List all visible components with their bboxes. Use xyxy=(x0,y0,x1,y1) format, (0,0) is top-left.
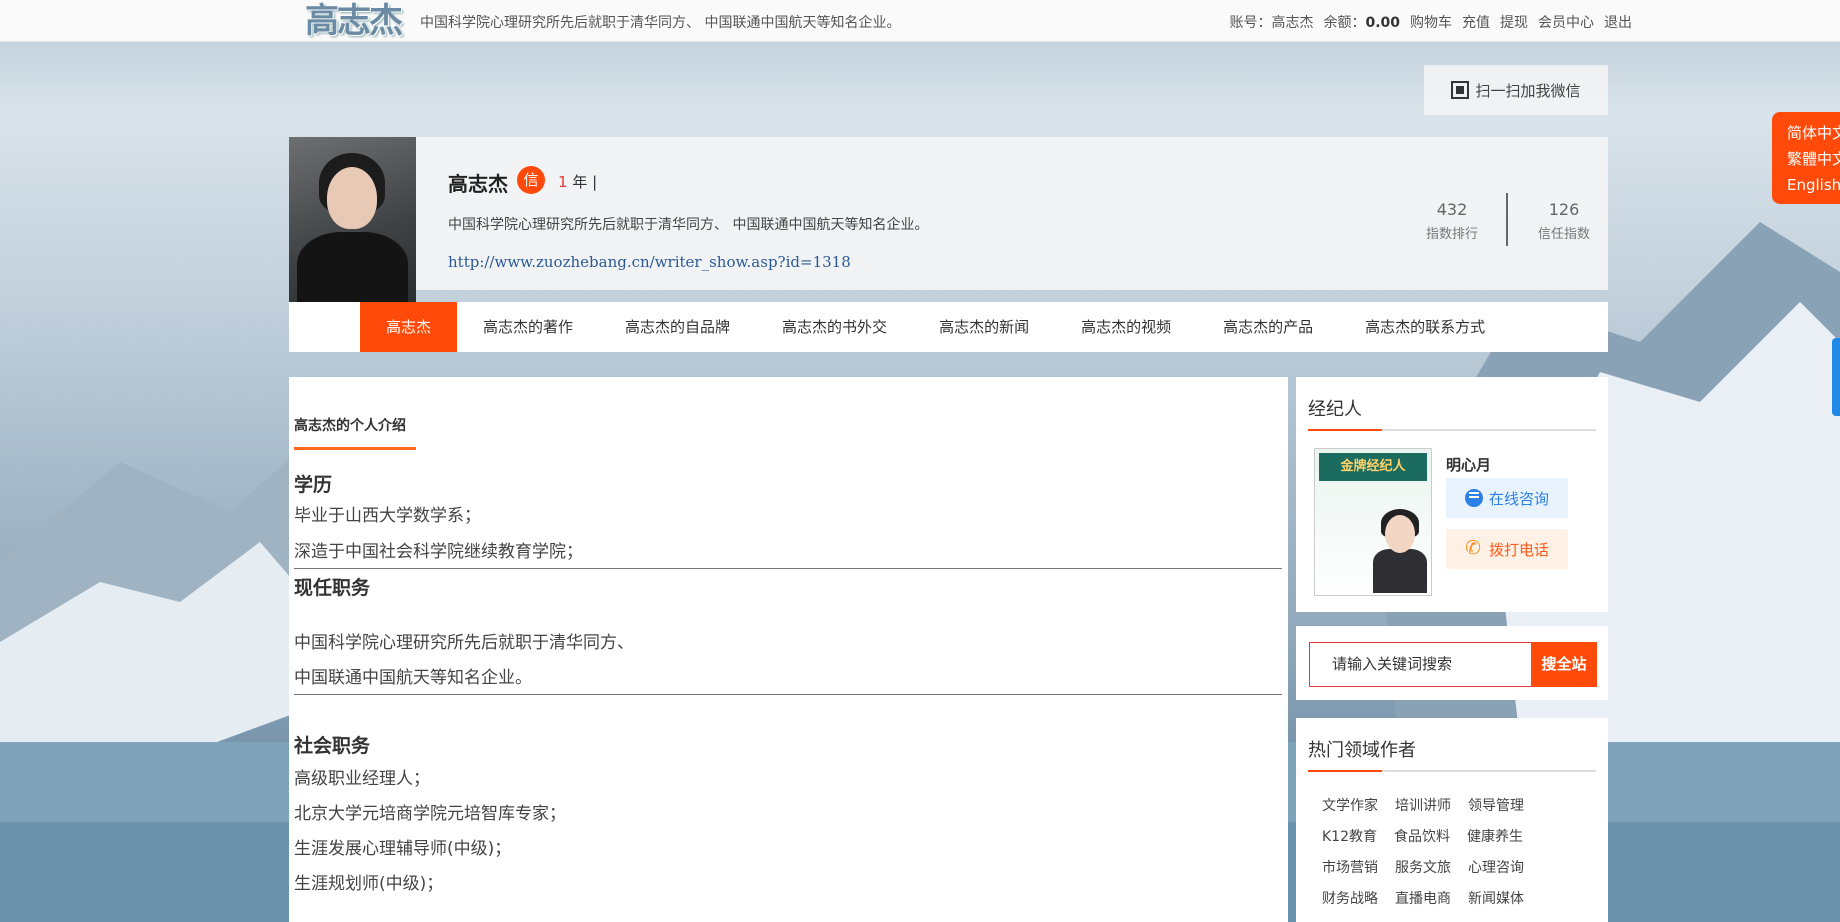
tag[interactable]: 文学作家 xyxy=(1322,795,1378,815)
stat-rank: 432 指数排行 xyxy=(1425,200,1478,242)
lang-simplified[interactable]: 简体中文 xyxy=(1787,120,1840,146)
education-heading: 学历 xyxy=(294,474,333,496)
divider xyxy=(294,568,1282,569)
side-float-tab[interactable] xyxy=(1832,338,1840,416)
intro-panel: 高志杰的个人介绍 学历 毕业于山西大学数学系； 深造于中国社会科学院继续教育学院… xyxy=(289,377,1288,922)
hot-authors-card: 热门领域作者 文学作家 培训讲师 领导管理 K12教育 食品饮料 健康养生 市场… xyxy=(1296,718,1608,922)
current-line: 中国科学院心理研究所先后就职于清华同方、 xyxy=(294,633,634,653)
tab-book-diplomacy[interactable]: 高志杰的书外交 xyxy=(756,302,913,352)
top-bar: 高志杰 中国科学院心理研究所先后就职于清华同方、 中国联通中国航天等知名企业。 … xyxy=(0,0,1840,42)
top-slogan: 中国科学院心理研究所先后就职于清华同方、 中国联通中国航天等知名企业。 xyxy=(420,15,901,31)
profile-url[interactable]: http://www.zuozhebang.cn/writer_show.asp… xyxy=(448,253,851,271)
tab-news[interactable]: 高志杰的新闻 xyxy=(913,302,1055,352)
profile-name: 高志杰 xyxy=(448,172,508,196)
tab-home[interactable]: 高志杰 xyxy=(360,302,458,352)
tag[interactable]: 财务战略 xyxy=(1322,888,1378,908)
account-bar: 账号：高志杰 余额：0.00 购物车 充值 提现 会员中心 退出 xyxy=(1229,12,1632,32)
online-consult-button[interactable]: 在线咨询 xyxy=(1446,478,1568,518)
education-line: 深造于中国社会科学院继续教育学院； xyxy=(294,542,583,562)
tag[interactable]: 市场营销 xyxy=(1322,857,1378,877)
chat-icon xyxy=(1464,489,1483,507)
tab-videos[interactable]: 高志杰的视频 xyxy=(1055,302,1197,352)
wechat-qr-button[interactable]: 扫一扫加我微信 xyxy=(1424,65,1608,115)
agent-name: 明心月 xyxy=(1446,456,1492,474)
membership-years: 1 年 | xyxy=(558,173,598,191)
social-line: 生涯发展心理辅导师(中级)； xyxy=(294,839,512,859)
tag[interactable]: 新闻媒体 xyxy=(1468,888,1524,908)
tag[interactable]: 心理咨询 xyxy=(1468,857,1524,877)
trust-badge: 信 xyxy=(517,166,545,194)
social-line: 高级职业经理人； xyxy=(294,769,430,789)
hot-tags: 文学作家 培训讲师 领导管理 K12教育 食品饮料 健康养生 市场营销 服务文旅… xyxy=(1322,795,1592,919)
hot-heading: 热门领域作者 xyxy=(1308,736,1596,772)
social-line: 北京大学元培商学院元培智库专家； xyxy=(294,804,566,824)
avatar xyxy=(289,137,416,302)
logout-link[interactable]: 退出 xyxy=(1604,12,1632,32)
tag[interactable]: 直播电商 xyxy=(1395,888,1451,908)
tag[interactable]: 服务文旅 xyxy=(1395,857,1451,877)
member-center-link[interactable]: 会员中心 xyxy=(1538,12,1594,32)
divider xyxy=(294,694,1282,695)
lang-traditional[interactable]: 繁體中文 xyxy=(1787,146,1840,172)
social-heading: 社会职务 xyxy=(294,735,371,757)
withdraw-link[interactable]: 提现 xyxy=(1500,12,1528,32)
tab-works[interactable]: 高志杰的著作 xyxy=(457,302,599,352)
search-input[interactable]: 请输入关键词搜索 xyxy=(1309,642,1531,687)
tag[interactable]: 食品饮料 xyxy=(1394,826,1450,846)
tag[interactable]: 健康养生 xyxy=(1467,826,1523,846)
tag[interactable]: 培训讲师 xyxy=(1395,795,1451,815)
tag-row: 财务战略 直播电商 新闻媒体 xyxy=(1322,888,1592,908)
balance-info: 余额：0.00 xyxy=(1323,15,1400,31)
profile-description: 中国科学院心理研究所先后就职于清华同方、 中国联通中国航天等知名企业。 xyxy=(448,217,929,233)
tab-brand[interactable]: 高志杰的自品牌 xyxy=(599,302,756,352)
qr-code-icon xyxy=(1451,81,1470,99)
current-line: 中国联通中国航天等知名企业。 xyxy=(294,668,532,688)
stat-divider xyxy=(1506,193,1508,246)
tag[interactable]: 领导管理 xyxy=(1468,795,1524,815)
tag-row: 文学作家 培训讲师 领导管理 xyxy=(1322,795,1592,815)
stat-trust: 126 信任指数 xyxy=(1537,200,1590,242)
search-card: 请输入关键词搜索 搜全站 xyxy=(1296,626,1608,700)
tag-row: 市场营销 服务文旅 心理咨询 xyxy=(1322,857,1592,877)
section-title: 高志杰的个人介绍 xyxy=(294,415,416,450)
call-button[interactable]: 拨打电话 xyxy=(1446,529,1568,569)
agent-poster[interactable]: 金牌经纪人 xyxy=(1314,448,1432,596)
search-all-button[interactable]: 搜全站 xyxy=(1531,642,1597,687)
agent-heading: 经纪人 xyxy=(1308,395,1596,431)
recharge-link[interactable]: 充值 xyxy=(1462,12,1490,32)
tag[interactable]: K12教育 xyxy=(1322,826,1377,846)
current-heading: 现任职务 xyxy=(294,577,371,599)
lang-english[interactable]: English xyxy=(1787,172,1840,198)
account-info: 账号：高志杰 xyxy=(1229,15,1314,31)
tab-contact[interactable]: 高志杰的联系方式 xyxy=(1339,302,1511,352)
language-switcher: 简体中文 繁體中文 English xyxy=(1772,112,1840,204)
profile-nav: 高志杰 高志杰的著作 高志杰的自品牌 高志杰的书外交 高志杰的新闻 高志杰的视频… xyxy=(289,302,1608,352)
tag-row: K12教育 食品饮料 健康养生 xyxy=(1322,826,1592,846)
social-line: 生涯规划师(中级)； xyxy=(294,874,444,894)
education-line: 毕业于山西大学数学系； xyxy=(294,506,481,526)
phone-icon xyxy=(1465,537,1483,559)
tab-products[interactable]: 高志杰的产品 xyxy=(1197,302,1339,352)
agent-card: 经纪人 金牌经纪人 明心月 在线咨询 拨打电话 xyxy=(1296,377,1608,612)
site-logo[interactable]: 高志杰 xyxy=(305,2,403,40)
cart-link[interactable]: 购物车 xyxy=(1410,12,1452,32)
